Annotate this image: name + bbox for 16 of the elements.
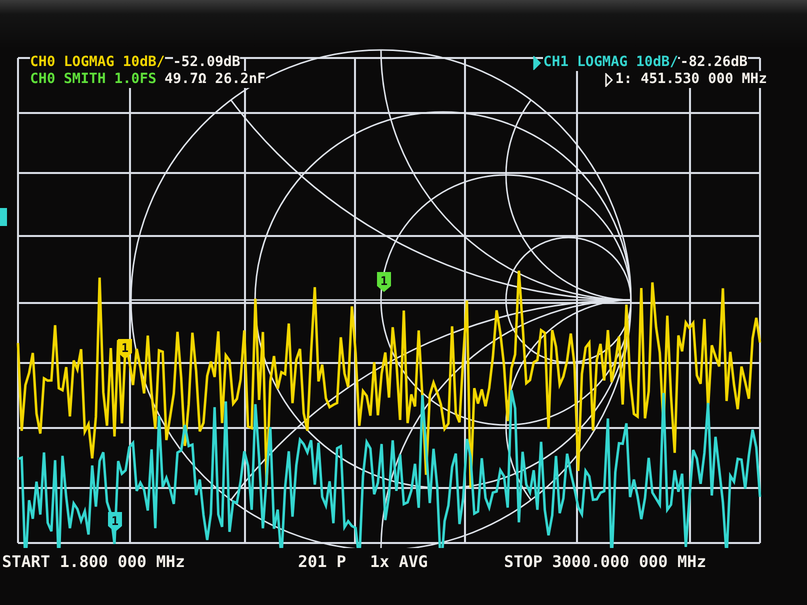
trace-marker: 1 [108,512,122,532]
sweep-points: 201 P [298,552,348,571]
channel-label: CH1 LOGMAG 10dB/ [543,54,678,71]
start-frequency: START 1.800 000 MHz [2,552,186,571]
marker-frequency: 1: 451.530 000 MHz [615,71,767,88]
stop-frequency: STOP 3000.000 000 MHz [504,552,706,571]
channel-reading: -82.26dB [680,54,748,71]
trace-marker: 1 [377,272,391,292]
channel-label: CH0 LOGMAG 10dB/ [30,54,165,71]
channel-reading: 49.7Ω 26.2nF [164,71,266,88]
marker-pointer-icon [605,72,614,86]
reference-marker-icon [0,208,7,226]
channel-label: CH0 SMITH 1.0FS [30,71,156,88]
active-channel-icon [533,56,542,70]
trace-marker: 1 [118,339,132,359]
averaging-setting: 1x AVG [370,552,429,571]
